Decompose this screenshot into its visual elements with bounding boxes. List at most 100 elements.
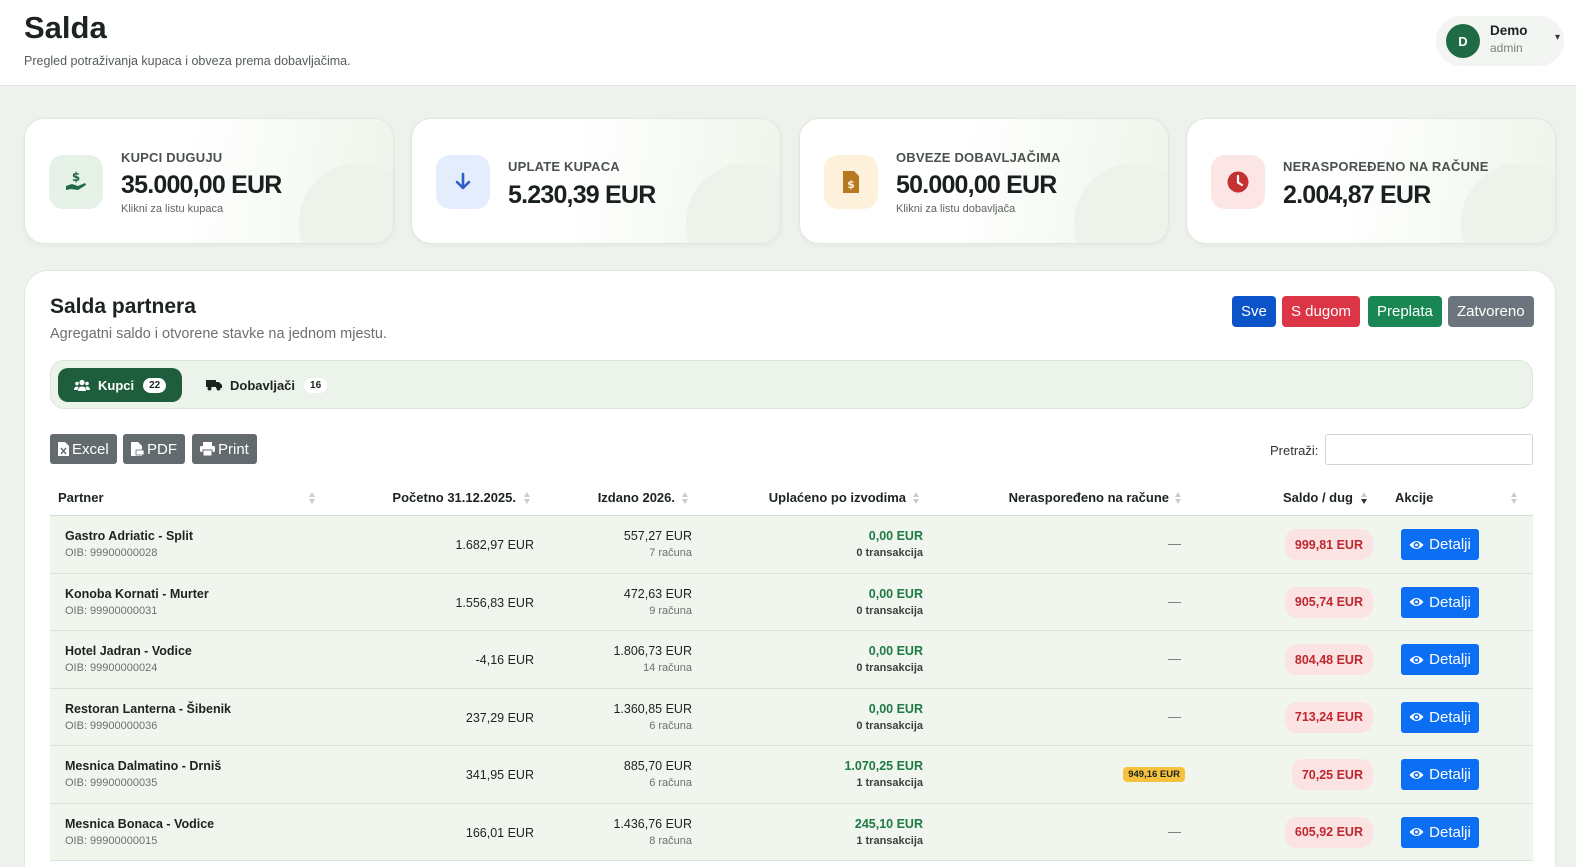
tab-customers[interactable]: Kupci 22 <box>58 368 182 402</box>
filter-closed-button[interactable]: Zatvoreno <box>1448 296 1534 327</box>
stat-card-supplier-obligations[interactable]: $ OBVEZE DOBAVLJAČIMA 50.000,00 EUR Klik… <box>799 118 1169 244</box>
column-header-actions[interactable]: Akcije <box>1395 490 1433 505</box>
partner-oib: OIB: 99900000036 <box>65 719 158 732</box>
avatar: D <box>1446 24 1480 58</box>
details-label: Detalji <box>1429 708 1471 726</box>
eye-icon <box>1409 713 1424 721</box>
partner-name: Restoran Lanterna - Šibenik <box>65 701 232 716</box>
column-header-unassigned[interactable]: Neraspoređeno na račune <box>1009 490 1169 505</box>
column-header-issued[interactable]: Izdano 2026. <box>598 490 675 505</box>
user-menu[interactable]: D Demo admin ▾ <box>1436 16 1564 66</box>
tab-label: Dobavljači <box>230 377 296 393</box>
export-pdf-label: PDF <box>147 440 177 458</box>
user-role: admin <box>1490 41 1523 55</box>
details-button[interactable]: Detalji <box>1401 816 1479 848</box>
stat-card-customer-payments: UPLATE KUPACA 5.230,39 EUR <box>411 118 781 244</box>
column-header-paid[interactable]: Uplaćeno po izvodima <box>769 490 906 505</box>
sort-icon[interactable] <box>308 491 316 505</box>
partner-type-tabs: Kupci 22 Dobavljači 16 <box>50 360 1533 409</box>
table-row: Restoran Lanterna - Šibenik OIB: 9990000… <box>50 688 1533 746</box>
initial-balance: 166,01 EUR <box>465 825 534 840</box>
truck-icon <box>206 379 222 391</box>
top-bar: Salda Pregled potraživanja kupaca i obve… <box>0 0 1576 86</box>
eye-icon <box>1409 655 1424 664</box>
partner-name: Mesnica Bonaca - Vodice <box>65 816 215 831</box>
table-row: Mesnica Dalmatino - Drniš OIB: 999000000… <box>50 746 1533 804</box>
partner-balances-panel: Salda partnera Agregatni saldo i otvoren… <box>24 270 1556 867</box>
export-excel-button[interactable]: Excel <box>50 434 117 464</box>
stat-card-customers-owe[interactable]: $ KUPCI DUGUJU 35.000,00 EUR Klikni za l… <box>24 118 394 244</box>
initial-balance: 1.682,97 EUR <box>455 538 534 552</box>
unassigned-amount: — <box>1168 593 1181 609</box>
unassigned-amount: — <box>1168 708 1181 724</box>
filter-all-button[interactable]: Sve <box>1232 296 1276 327</box>
filter-debt-button[interactable]: S dugom <box>1282 296 1361 327</box>
partner-name: Mesnica Dalmatino - Drniš <box>65 759 222 773</box>
partner-name: Gastro Adriatic - Split <box>65 529 194 543</box>
details-label: Detalji <box>1429 593 1471 611</box>
details-button[interactable]: Detalji <box>1401 529 1479 560</box>
paid-transaction-count: 1 transakcija <box>856 834 923 847</box>
table-row: Mesnica Bonaca - Vodice OIB: 99900000015… <box>50 803 1533 861</box>
paid-transaction-count: 1 transakcija <box>856 777 923 789</box>
export-pdf-button[interactable]: PDF <box>123 434 185 464</box>
paid-transaction-count: 0 transakcija <box>856 547 923 559</box>
sort-icon[interactable] <box>1174 491 1182 505</box>
partner-oib: OIB: 99900000015 <box>65 834 158 847</box>
details-button[interactable]: Detalji <box>1401 759 1479 790</box>
file-pdf-icon <box>131 442 144 456</box>
partner-oib: OIB: 99900000024 <box>65 662 158 674</box>
file-excel-icon <box>58 442 69 456</box>
column-header-initial[interactable]: Početno 31.12.2025. <box>392 490 516 505</box>
print-button[interactable]: Print <box>192 434 257 464</box>
issued-invoice-count: 8 računa <box>649 834 692 847</box>
issued-amount: 1.360,85 EUR <box>613 701 692 716</box>
issued-invoice-count: 6 računa <box>649 719 692 732</box>
details-button[interactable]: Detalji <box>1401 586 1479 618</box>
sort-desc-icon[interactable] <box>1360 491 1368 505</box>
table-header: Partner Početno 31.12.2025. Izdano 2026.… <box>50 483 1533 516</box>
table-row: Hotel Jadran - Vodice OIB: 99900000024 -… <box>50 631 1533 689</box>
sort-icon[interactable] <box>681 491 689 505</box>
partner-name: Hotel Jadran - Vodice <box>65 644 192 658</box>
issued-amount: 557,27 EUR <box>623 529 692 543</box>
clock-icon <box>1211 155 1265 209</box>
panel-title: Salda partnera <box>50 295 196 318</box>
issued-invoice-count: 6 računa <box>649 777 692 789</box>
partner-oib: OIB: 99900000028 <box>65 547 158 559</box>
tab-label: Kupci <box>98 377 135 393</box>
tab-count-badge: 22 <box>143 377 167 393</box>
initial-balance: 237,29 EUR <box>465 710 534 725</box>
search-label: Pretraži: <box>1270 443 1319 458</box>
stat-value: 5.230,39 EUR <box>508 181 656 209</box>
user-name: Demo <box>1490 23 1528 38</box>
issued-amount: 472,63 EUR <box>623 586 692 601</box>
stat-value: 35.000,00 EUR <box>121 171 282 199</box>
saldo-badge: 999,81 EUR <box>1284 529 1373 560</box>
filter-overpaid-button[interactable]: Preplata <box>1368 296 1442 327</box>
details-label: Detalji <box>1429 823 1471 841</box>
sort-icon[interactable] <box>912 491 920 505</box>
partner-oib: OIB: 99900000031 <box>65 604 158 617</box>
sort-icon[interactable] <box>1510 491 1518 505</box>
sort-icon[interactable] <box>523 491 531 505</box>
search-input[interactable] <box>1325 434 1533 465</box>
svg-text:$: $ <box>847 178 855 191</box>
saldo-badge: 605,92 EUR <box>1284 816 1373 848</box>
invoice-dollar-icon: $ <box>824 155 878 209</box>
details-button[interactable]: Detalji <box>1401 701 1479 733</box>
details-button[interactable]: Detalji <box>1401 644 1479 675</box>
column-header-saldo[interactable]: Saldo / dug <box>1283 490 1353 505</box>
stat-label: UPLATE KUPACA <box>508 159 620 174</box>
eye-icon <box>1409 770 1424 779</box>
paid-transaction-count: 0 transakcija <box>856 662 923 674</box>
paid-amount: 1.070,25 EUR <box>844 759 923 773</box>
arrow-down-icon <box>436 155 490 209</box>
page-subtitle: Pregled potraživanja kupaca i obveza pre… <box>24 54 351 68</box>
paid-amount: 0,00 EUR <box>868 529 923 543</box>
issued-invoice-count: 9 računa <box>649 604 692 617</box>
issued-amount: 1.806,73 EUR <box>613 644 692 658</box>
hand-dollar-icon: $ <box>49 155 103 209</box>
tab-suppliers[interactable]: Dobavljači 16 <box>199 368 329 402</box>
column-header-partner[interactable]: Partner <box>58 490 104 505</box>
